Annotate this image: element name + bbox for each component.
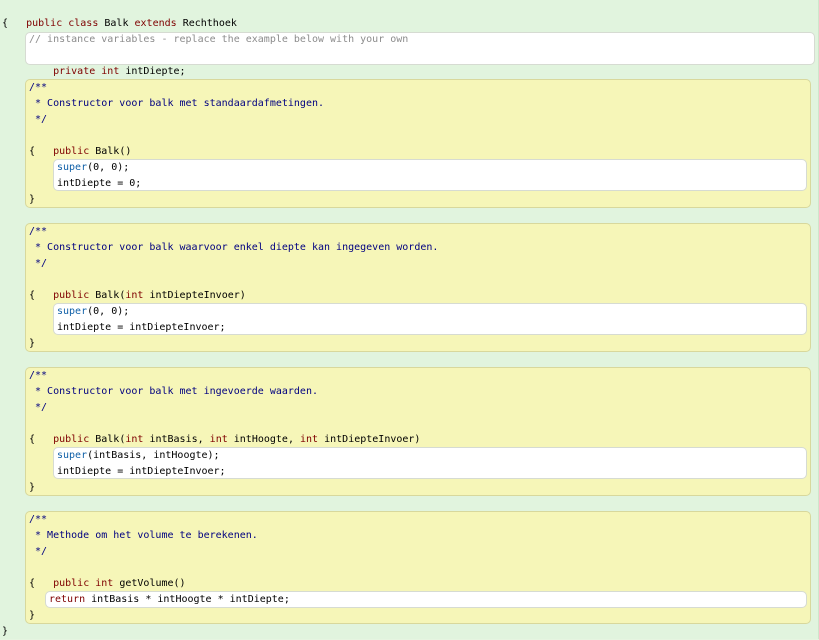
keyword-return: return: [49, 594, 86, 605]
code-line: super(0, 0);: [57, 304, 129, 320]
param-text: intDiepteInvoer): [324, 434, 421, 445]
keyword-public: public: [53, 578, 90, 589]
code-line: intDiepte = 0;: [57, 176, 141, 192]
class-declaration-line: public class Balk extends Rechthoek: [2, 0, 237, 29]
class-open-brace: {: [2, 18, 9, 29]
doc-comment-line: * Constructor voor balk waarvoor enkel d…: [29, 242, 439, 253]
open-brace: {: [29, 146, 36, 157]
close-brace: }: [29, 610, 36, 621]
method-name: Balk(): [95, 146, 132, 157]
method-signature: public Balk(): [29, 128, 131, 157]
method-body-block[interactable]: [53, 159, 807, 191]
close-brace: }: [29, 194, 36, 205]
doc-comment-line: */: [29, 546, 48, 557]
method-name: Balk(: [95, 434, 126, 445]
parent-class-name: Rechthoek: [182, 18, 237, 29]
keyword-super: super: [57, 162, 88, 173]
doc-comment-line: /**: [29, 514, 48, 525]
code-text: intDiepte = intDiepteInvoer;: [57, 466, 226, 477]
doc-comment-line: */: [29, 258, 48, 269]
doc-comment-line: * Constructor voor balk met ingevoerde w…: [29, 386, 318, 397]
type-int: int: [125, 290, 144, 301]
code-text: (0, 0);: [87, 162, 130, 173]
param-text: intDiepteInvoer): [149, 290, 246, 301]
doc-comment-line: * Constructor voor balk met standaardafm…: [29, 98, 325, 109]
param-text: intHoogte,: [233, 434, 294, 445]
keyword-public: public: [53, 290, 90, 301]
keyword-private: private: [53, 66, 96, 77]
keyword-public: public: [53, 146, 90, 157]
open-brace: {: [29, 434, 36, 445]
type-int: int: [300, 434, 319, 445]
code-text: intDiepte = intDiepteInvoer;: [57, 322, 226, 333]
code-line: return intBasis * intHoogte * intDiepte;: [49, 592, 290, 608]
method-signature: public Balk(int intBasis, int intHoogte,…: [29, 416, 420, 445]
param-text: intBasis,: [149, 434, 204, 445]
open-brace: {: [29, 290, 36, 301]
code-text: (intBasis, intHoogte);: [87, 450, 220, 461]
type-int: int: [125, 434, 144, 445]
code-line: intDiepte = intDiepteInvoer;: [57, 320, 226, 336]
method-name: getVolume(): [119, 578, 186, 589]
doc-comment-line: */: [29, 114, 48, 125]
code-text: intBasis * intHoogte * intDiepte;: [91, 594, 290, 605]
field-declaration: private int intDiepte;: [29, 48, 186, 77]
keyword-extends: extends: [134, 18, 177, 29]
code-line: super(0, 0);: [57, 160, 129, 176]
code-line: super(intBasis, intHoogte);: [57, 448, 220, 464]
keyword-super: super: [57, 306, 88, 317]
type-int: int: [95, 578, 114, 589]
doc-comment-line: * Methode om het volume te berekenen.: [29, 530, 258, 541]
type-int: int: [209, 434, 228, 445]
keyword-class: class: [68, 18, 99, 29]
field-name: intDiepte;: [125, 66, 186, 77]
close-brace: }: [29, 482, 36, 493]
doc-comment-line: /**: [29, 82, 48, 93]
doc-comment-line: /**: [29, 226, 48, 237]
keyword-super: super: [57, 450, 88, 461]
method-name: Balk(: [95, 290, 126, 301]
code-text: intDiepte = 0;: [57, 178, 142, 189]
keyword-public: public: [53, 434, 90, 445]
type-int: int: [101, 66, 120, 77]
keyword-public: public: [26, 18, 63, 29]
close-brace: }: [29, 338, 36, 349]
doc-comment-line: /**: [29, 370, 48, 381]
code-editor[interactable]: public class Balk extends Rechthoek { //…: [0, 0, 819, 639]
code-text: (0, 0);: [87, 306, 130, 317]
class-close-brace: }: [2, 626, 9, 637]
open-brace: {: [29, 578, 36, 589]
method-signature: public int getVolume(): [29, 560, 185, 589]
doc-comment-line: */: [29, 402, 48, 413]
fields-comment: // instance variables - replace the exam…: [29, 34, 409, 45]
method-signature: public Balk(int intDiepteInvoer): [29, 272, 246, 301]
code-line: intDiepte = intDiepteInvoer;: [57, 464, 226, 480]
class-name: Balk: [104, 18, 129, 29]
